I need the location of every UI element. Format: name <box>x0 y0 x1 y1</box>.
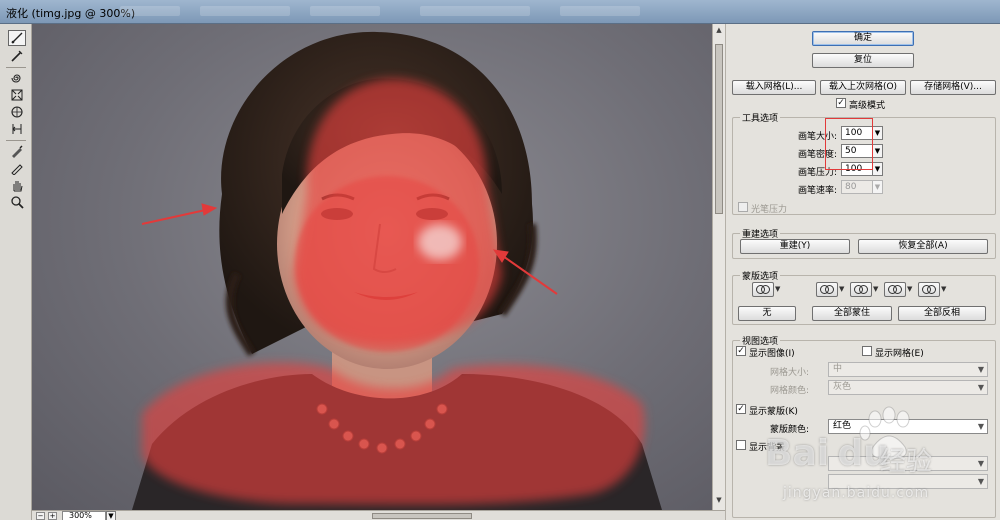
mesh-color-value: 灰色 <box>833 382 852 392</box>
chevron-down-icon: ▼ <box>977 459 984 468</box>
mask-invert-button[interactable] <box>918 282 940 297</box>
annotation-box <box>825 118 873 170</box>
freeze-mask-edge <box>295 176 479 352</box>
mask-subtract-button[interactable] <box>850 282 872 297</box>
mask-intersect-dropdown-icon[interactable]: ▼ <box>907 285 912 293</box>
mask-intersect-button[interactable] <box>884 282 906 297</box>
title-bar-blur <box>200 6 290 16</box>
mesh-color-label: 网格颜色: <box>770 386 810 396</box>
zoom-in-button[interactable]: + <box>48 512 57 520</box>
scrollbar-thumb[interactable] <box>715 44 723 214</box>
hand-tool-icon[interactable] <box>8 177 26 193</box>
title-bar-blur <box>560 6 640 16</box>
restore-all-button[interactable]: 恢复全部(A) <box>858 239 988 254</box>
status-bar: − + 300% ▼ <box>32 510 725 520</box>
scroll-down-icon[interactable]: ▼ <box>714 496 724 506</box>
bloat-tool-icon[interactable] <box>8 104 26 120</box>
reconstruct-button[interactable]: 重建(Y) <box>740 239 850 254</box>
show-mesh-checkbox[interactable] <box>862 346 872 356</box>
brush-size-dropdown-icon[interactable]: ▼ <box>872 126 883 140</box>
mask-replace-dropdown-icon[interactable]: ▼ <box>775 285 780 293</box>
mask-color-value: 红色 <box>833 421 852 431</box>
mask-highlight <box>418 224 462 260</box>
thaw-mask-tool-icon[interactable] <box>8 160 26 176</box>
mask-subtract-dropdown-icon[interactable]: ▼ <box>873 285 878 293</box>
brush-rate-input: 80 <box>841 180 875 194</box>
scroll-up-icon[interactable]: ▲ <box>714 26 724 36</box>
mask-color-select[interactable]: 红色 ▼ <box>828 419 988 434</box>
save-mesh-button[interactable]: 存储网格(V)... <box>910 80 996 95</box>
mask-color-label: 蒙版颜色: <box>770 425 810 435</box>
zoom-out-button[interactable]: − <box>36 512 45 520</box>
mesh-size-value: 中 <box>833 364 843 374</box>
show-mesh-label: 显示网格(E) <box>875 349 924 359</box>
window-title: 液化 (timg.jpg @ 300%) <box>6 7 136 20</box>
load-last-mesh-button[interactable]: 载入上次网格(O) <box>820 80 906 95</box>
mask-invert-dropdown-icon[interactable]: ▼ <box>941 285 946 293</box>
show-backdrop-checkbox[interactable] <box>736 440 746 450</box>
advanced-mode-label: 高级模式 <box>849 101 886 111</box>
horizontal-scrollbar-thumb[interactable] <box>372 513 472 519</box>
chevron-down-icon: ▼ <box>977 477 984 486</box>
toolbox-separator <box>6 140 26 141</box>
chevron-down-icon: ▼ <box>977 365 984 374</box>
mask-none-button[interactable]: 无 <box>738 306 796 321</box>
tool-options-title: 工具选项 <box>740 111 781 124</box>
image-canvas[interactable] <box>32 24 712 510</box>
show-backdrop-label: 显示背景 <box>749 443 786 453</box>
chevron-down-icon: ▼ <box>977 422 984 431</box>
forward-warp-tool-icon[interactable] <box>8 30 26 46</box>
brush-rate-dropdown-icon: ▼ <box>872 180 883 194</box>
brush-density-dropdown-icon[interactable]: ▼ <box>872 144 883 158</box>
zoom-tool-icon[interactable] <box>8 194 26 210</box>
show-image-label: 显示图像(I) <box>749 349 795 359</box>
title-bar: 液化 (timg.jpg @ 300%) <box>0 0 1000 24</box>
mesh-size-label: 网格大小: <box>770 368 810 378</box>
show-image-checkbox[interactable]: ✓ <box>736 346 746 356</box>
advanced-mode-checkbox[interactable]: ✓ <box>836 98 846 108</box>
load-mesh-button[interactable]: 载入网格(L)... <box>732 80 816 95</box>
pucker-tool-icon[interactable] <box>8 87 26 103</box>
ok-button[interactable]: 确定 <box>812 31 914 46</box>
show-mask-checkbox[interactable]: ✓ <box>736 404 746 414</box>
mesh-color-select: 灰色 ▼ <box>828 380 988 395</box>
stylus-pressure-label: 光笔压力 <box>751 205 788 215</box>
backdrop-use-select: ▼ <box>828 456 988 471</box>
mask-add-dropdown-icon[interactable]: ▼ <box>839 285 844 293</box>
backdrop-mode-select: ▼ <box>828 474 988 489</box>
reconstruct-tool-icon[interactable] <box>8 48 26 64</box>
mesh-size-select: 中 ▼ <box>828 362 988 377</box>
canvas-vertical-scrollbar[interactable]: ▲ ▼ <box>712 24 725 510</box>
zoom-level-field[interactable]: 300% <box>62 511 106 520</box>
twirl-tool-icon[interactable] <box>8 70 26 86</box>
brush-pressure-dropdown-icon[interactable]: ▼ <box>872 162 883 176</box>
brush-rate-label: 画笔速率: <box>798 186 838 196</box>
canvas-artwork <box>132 31 662 510</box>
options-panel: 确定 复位 载入网格(L)... 载入上次网格(O) 存储网格(V)... ✓ … <box>725 24 1000 520</box>
freeze-mask-tool-icon[interactable] <box>8 143 26 159</box>
reset-button[interactable]: 复位 <box>812 53 914 68</box>
stylus-pressure-checkbox <box>738 202 748 212</box>
mask-all-button[interactable]: 全部蒙住 <box>812 306 892 321</box>
toolbox-separator <box>6 67 26 68</box>
show-mask-label: 显示蒙版(K) <box>749 407 798 417</box>
title-bar-blur <box>120 6 180 16</box>
tool-panel <box>0 24 32 520</box>
push-left-tool-icon[interactable] <box>8 121 26 137</box>
zoom-dropdown-icon[interactable]: ▼ <box>106 511 116 520</box>
chevron-down-icon: ▼ <box>977 383 984 392</box>
mask-options-title: 蒙版选项 <box>740 269 781 282</box>
mask-add-button[interactable] <box>816 282 838 297</box>
mask-replace-button[interactable] <box>752 282 774 297</box>
invert-all-button[interactable]: 全部反相 <box>898 306 986 321</box>
title-bar-blur <box>310 6 380 16</box>
title-bar-blur <box>420 6 530 16</box>
